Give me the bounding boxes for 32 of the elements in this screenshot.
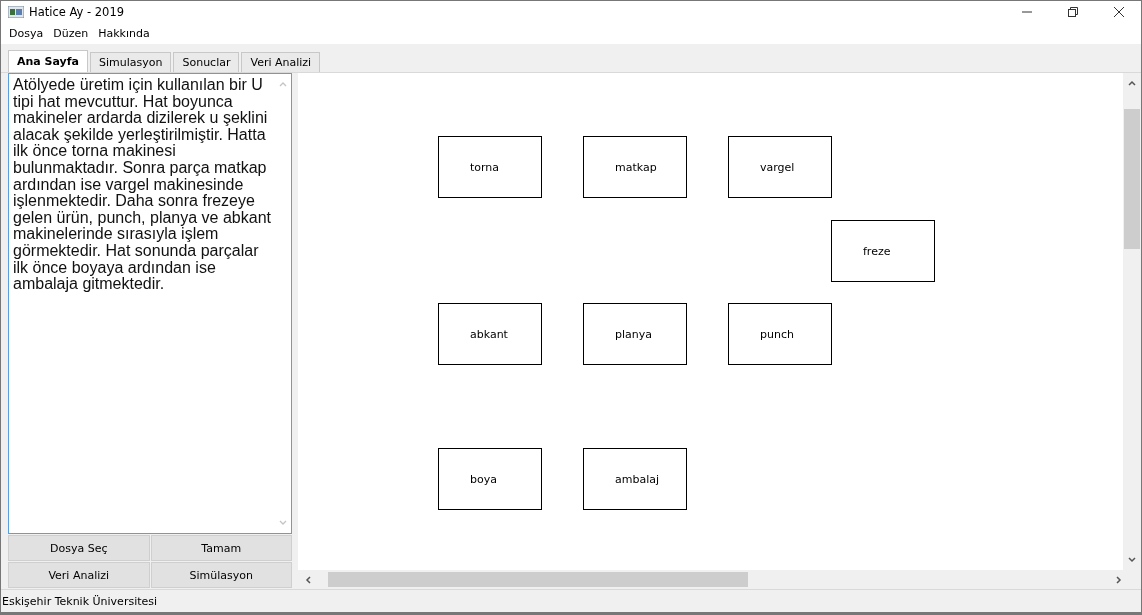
- status-text: Eskişehir Teknik Üniversitesi: [2, 594, 158, 608]
- machine-node: ambalaj: [583, 448, 687, 510]
- scroll-right-icon[interactable]: [1115, 574, 1123, 585]
- description-text: Atölyede üretim için kullanılan bir U tipi hat mevcuttur. Hat boyunca makineler ardarda dizilerek u şeklini alacak şekilde yerleştirilmiştir. Hatta ilk önce torna makinesi bulunmaktadır. Sonra parça matkap ardından ise vargel makinesinde işlenmektedir. Daha sonra frezeye gelen ürün, punch, planya ve abkant makinelerinde sırasıyla işlem görmektedir. Hat sonunda parçalar ilk önce boyaya ardından ise ambalaja gitmektedir.: [12, 75, 271, 295]
- machine-node: matkap: [583, 136, 687, 198]
- menu-item[interactable]: Düzen: [53, 26, 89, 40]
- scrollbar-thumb[interactable]: [1124, 109, 1140, 249]
- tab[interactable]: Simulasyon: [90, 52, 172, 72]
- tab[interactable]: Sonuclar: [173, 52, 240, 72]
- action-button[interactable]: Tamam: [150, 535, 292, 561]
- action-button[interactable]: Veri Analizi: [8, 562, 150, 588]
- scroll-left-icon[interactable]: [304, 574, 312, 585]
- machine-node: boya: [438, 448, 542, 510]
- restore-icon[interactable]: [1067, 5, 1079, 18]
- machine-node: torna: [438, 136, 542, 198]
- machine-node: punch: [728, 303, 832, 365]
- tab[interactable]: Ana Sayfa: [8, 50, 88, 72]
- scrollbar-thumb[interactable]: [328, 572, 748, 587]
- machine-node: abkant: [438, 303, 542, 365]
- machine-node: vargel: [728, 136, 832, 198]
- machine-node: freze: [831, 220, 935, 282]
- close-icon[interactable]: [1113, 5, 1125, 18]
- menu-item[interactable]: Hakkında: [98, 26, 150, 40]
- window-title: Hatice Ay - 2019: [29, 4, 125, 19]
- app-icon: [8, 5, 24, 18]
- scroll-down-icon[interactable]: [1127, 556, 1137, 564]
- machine-node: planya: [583, 303, 687, 365]
- menu-item[interactable]: Dosya: [9, 26, 44, 40]
- action-button[interactable]: Simülasyon: [150, 562, 292, 588]
- scroll-up-icon[interactable]: [1127, 79, 1137, 87]
- tab[interactable]: Veri Analizi: [241, 52, 321, 72]
- action-button[interactable]: Dosya Seç: [8, 535, 150, 561]
